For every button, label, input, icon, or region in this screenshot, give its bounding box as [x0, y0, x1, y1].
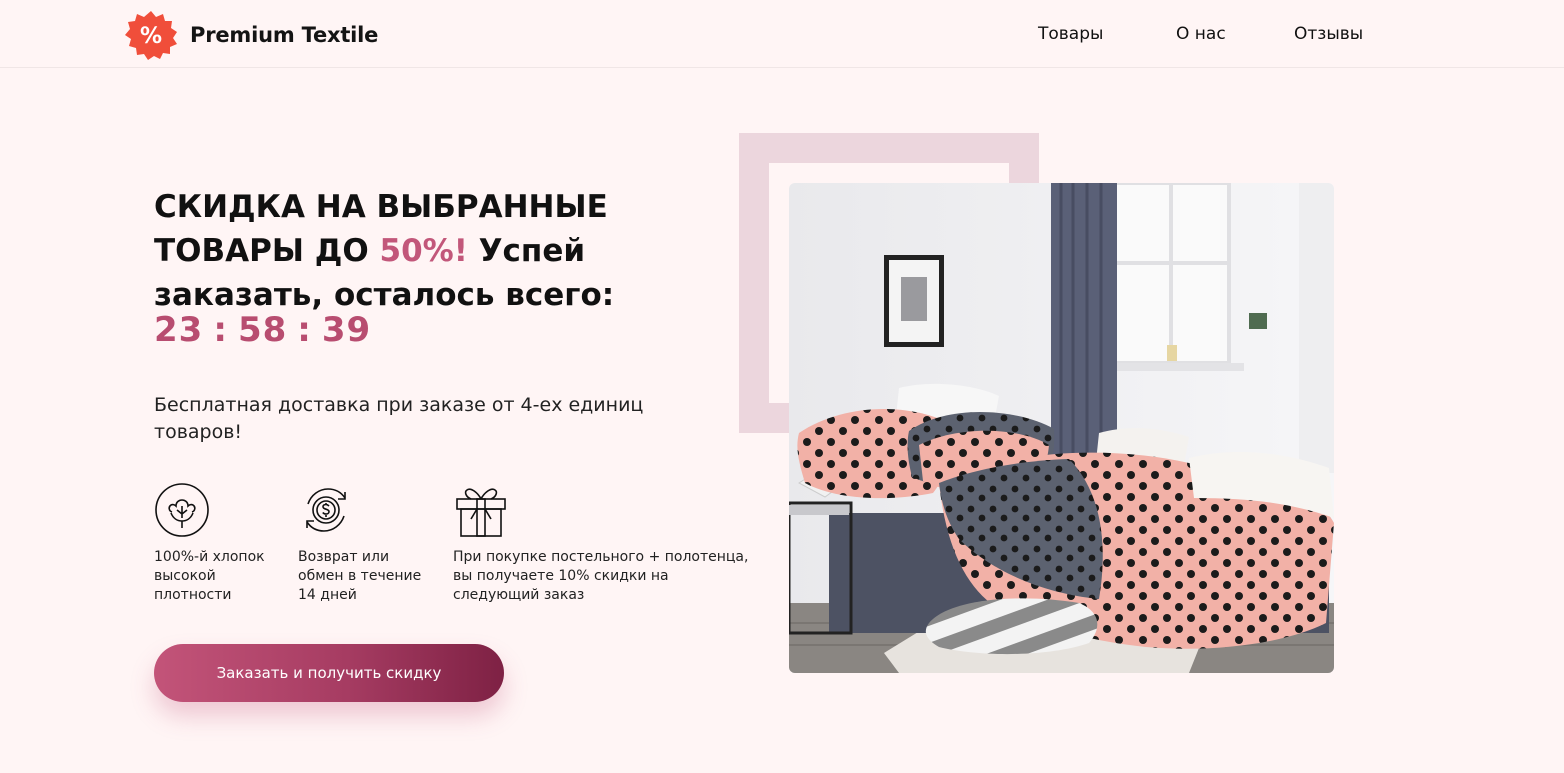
logo[interactable]: % Premium Textile: [124, 10, 378, 60]
timer-separator: :: [213, 310, 228, 350]
feature-cotton: 100%-й хлопок высокой плотности: [154, 482, 284, 605]
discount-badge-icon: %: [125, 11, 177, 60]
countdown-timer: 23 : 58 : 39: [154, 310, 371, 350]
timer-separator: :: [297, 310, 312, 350]
hero-headline: СКИДКА НА ВЫБРАННЫЕ ТОВАРЫ ДО 50%! Успей…: [154, 185, 674, 317]
headline-accent: 50%!: [379, 233, 468, 269]
feature-text: Возврат или обмен в течение 14 дней: [298, 549, 422, 603]
feature-text: 100%-й хлопок высокой плотности: [154, 549, 265, 603]
feature-text: При покупке постельного + полотенца, вы …: [453, 549, 749, 603]
nav-link-about[interactable]: О нас: [1176, 24, 1226, 44]
site-header: % Premium Textile Товары О нас Отзывы: [0, 0, 1564, 68]
feature-gift: При покупке постельного + полотенца, вы …: [453, 482, 753, 605]
nav-link-reviews[interactable]: Отзывы: [1294, 24, 1363, 44]
bedroom-image: [789, 183, 1334, 673]
timer-hours: 23: [154, 310, 204, 350]
money-exchange-icon: [306, 488, 346, 532]
gift-icon: [456, 488, 506, 537]
timer-minutes: 58: [237, 310, 288, 350]
bedroom-photo: [789, 183, 1334, 673]
hero-subtitle: Бесплатная доставка при заказе от 4-ех е…: [154, 394, 644, 443]
nav-link-products[interactable]: Товары: [1038, 24, 1103, 44]
brand-name: Premium Textile: [190, 23, 379, 47]
order-discount-button[interactable]: Заказать и получить скидку: [154, 644, 504, 702]
cotton-icon: [155, 483, 209, 537]
timer-seconds: 39: [321, 310, 372, 350]
feature-return: Возврат или обмен в течение 14 дней: [298, 482, 438, 605]
svg-text:%: %: [140, 24, 162, 49]
